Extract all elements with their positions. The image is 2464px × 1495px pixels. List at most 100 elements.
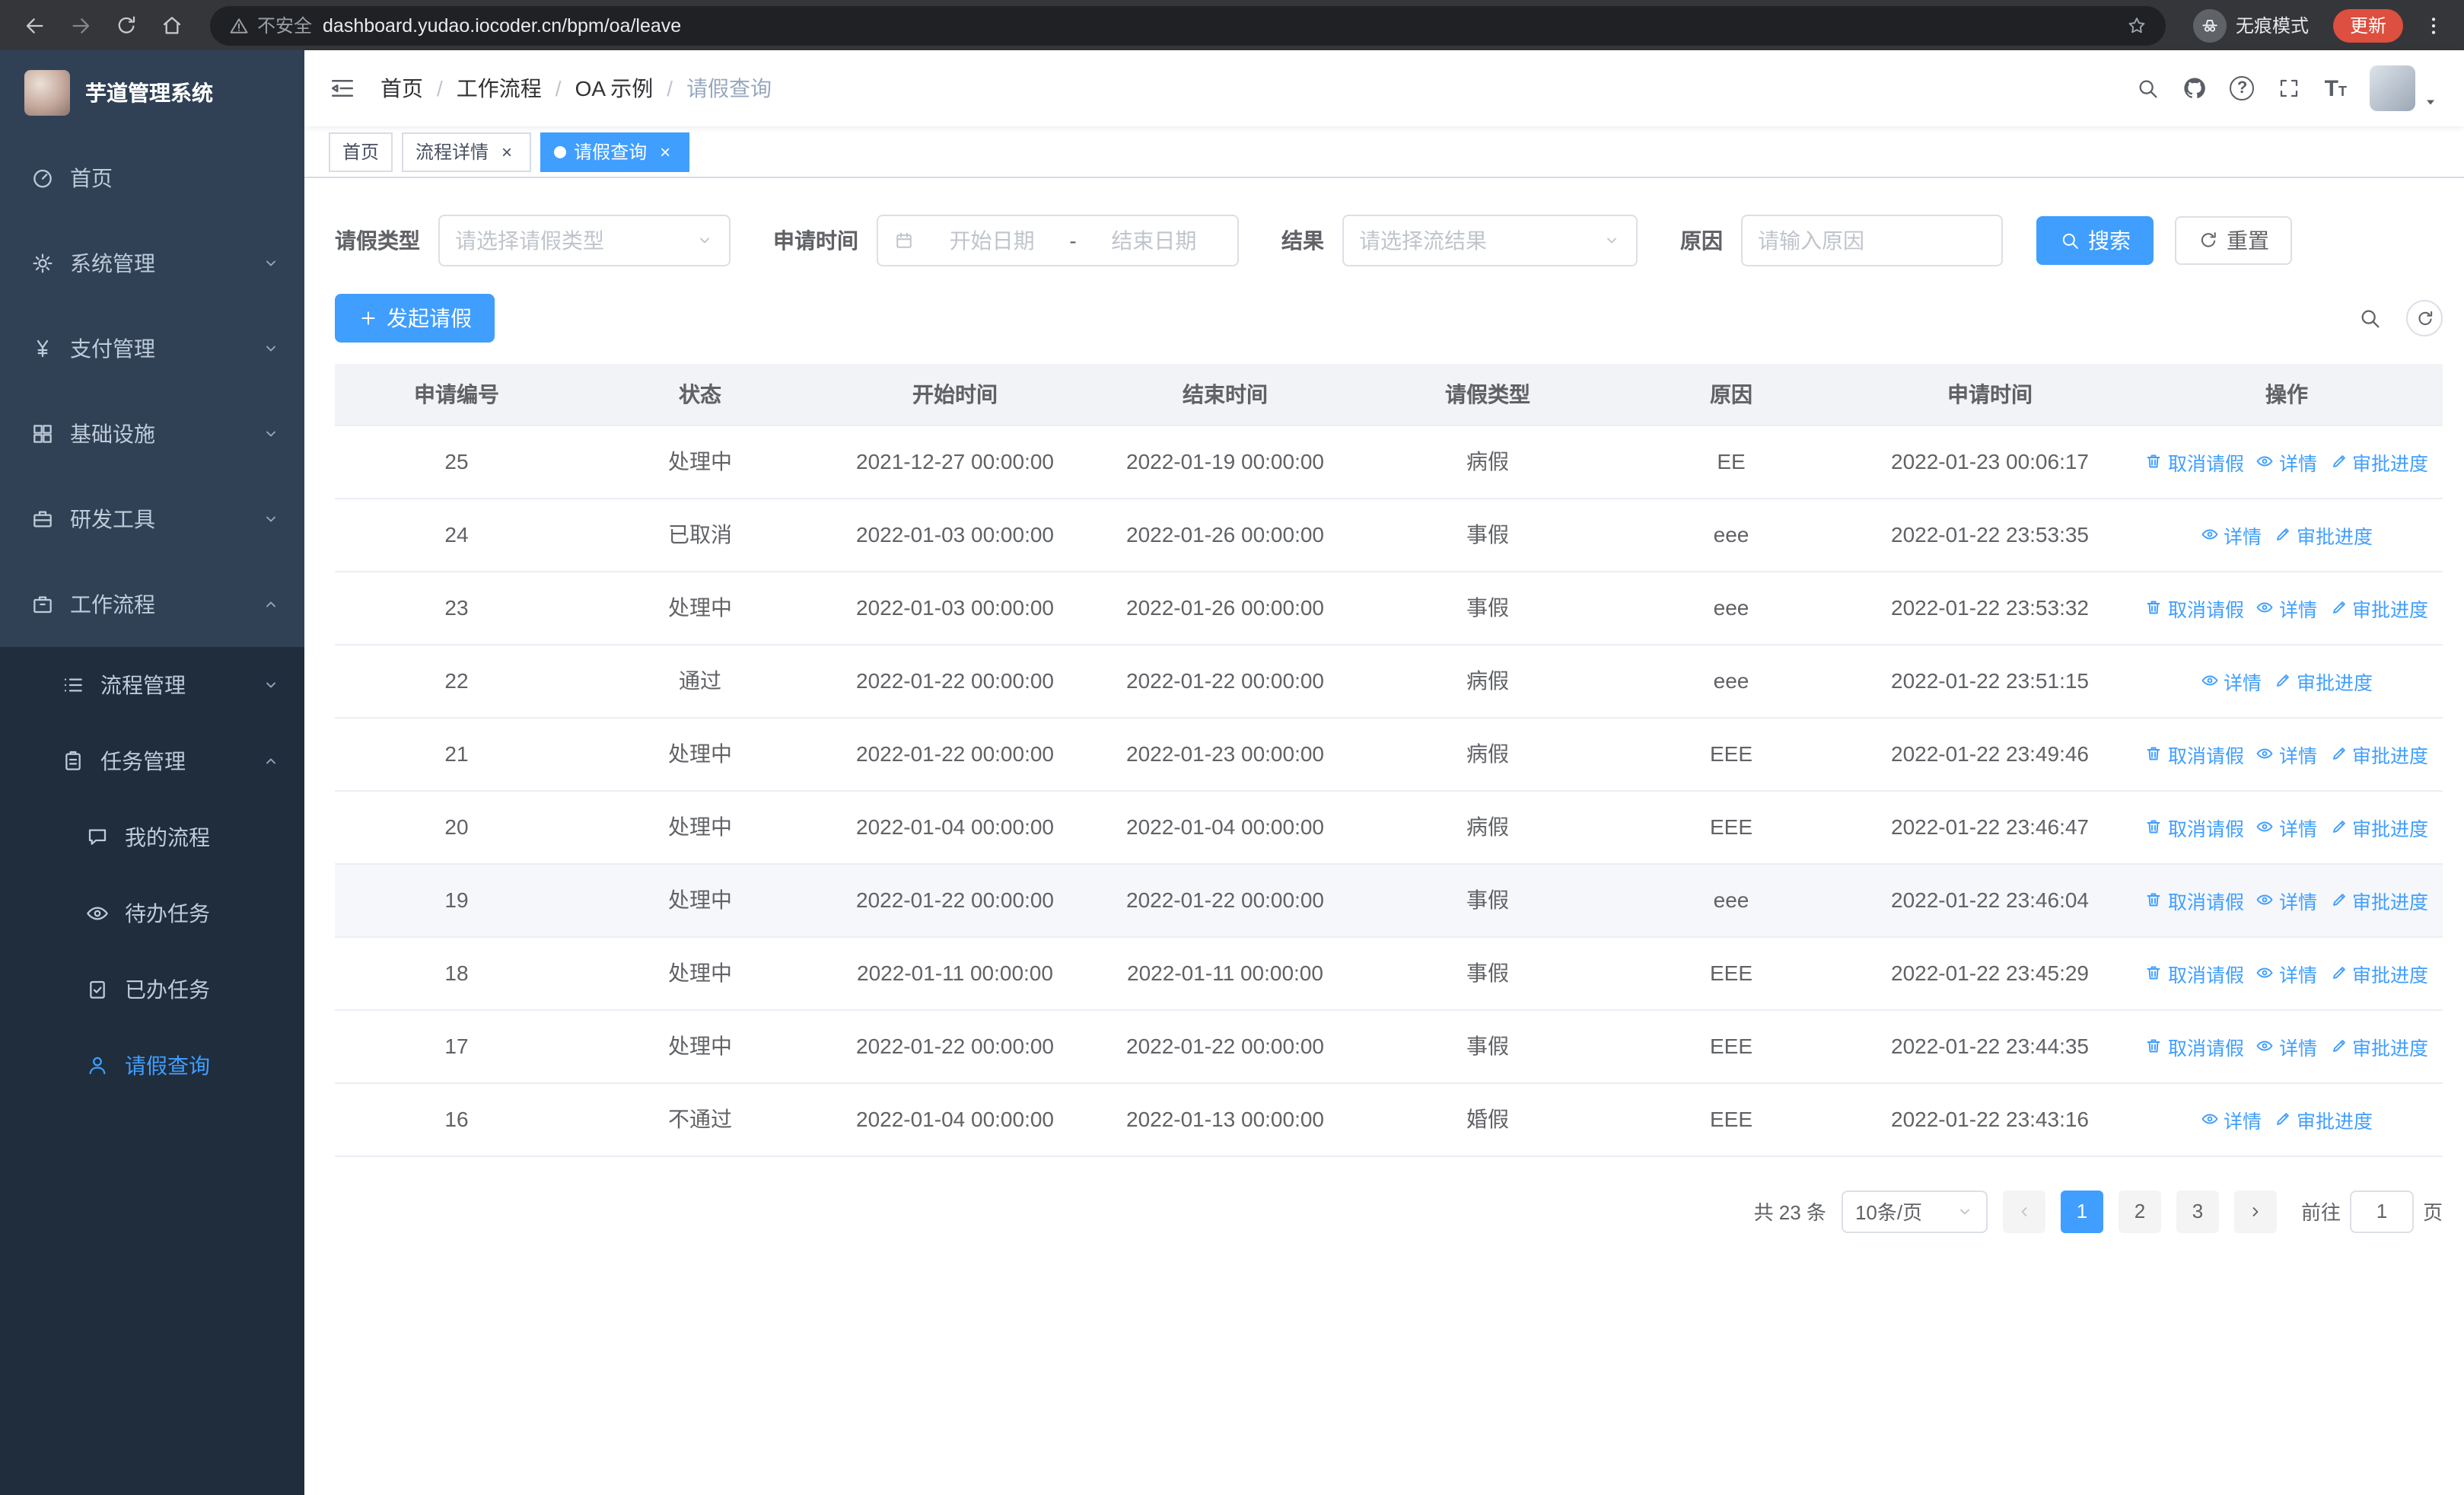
sidebar-item-my-process[interactable]: 我的流程 — [0, 799, 304, 875]
end-date-placeholder[interactable]: 结束日期 — [1086, 225, 1222, 256]
sidebar-item-system[interactable]: 系统管理 — [0, 221, 304, 306]
sidebar-item-task-mgmt[interactable]: 任务管理 — [0, 723, 304, 799]
sidebar-item-todo-tasks[interactable]: 待办任务 — [0, 875, 304, 952]
table-row[interactable]: 20 处理中 2022-01-04 00:00:00 2022-01-04 00:00… — [335, 790, 2443, 864]
detail-link[interactable]: 详情 — [2256, 739, 2317, 768]
cancel-leave-link[interactable]: 取消请假 — [2145, 447, 2244, 476]
prev-page-button[interactable] — [2002, 1190, 2045, 1232]
refresh-table-button[interactable] — [2406, 300, 2443, 336]
sidebar-toggle[interactable] — [329, 75, 356, 102]
approval-progress-link[interactable]: 审批进度 — [2274, 520, 2373, 549]
approval-progress-link[interactable]: 审批进度 — [2329, 958, 2428, 987]
cancel-leave-link[interactable]: 取消请假 — [2145, 739, 2244, 768]
tab-leave-query[interactable]: 请假查询 × — [540, 132, 690, 171]
approval-progress-link[interactable]: 审批进度 — [2329, 739, 2428, 768]
cell-reason: eee — [1613, 863, 1849, 937]
fullscreen-icon[interactable] — [2278, 76, 2302, 100]
browser-forward-button[interactable] — [61, 5, 100, 45]
start-date-placeholder[interactable]: 开始日期 — [924, 225, 1060, 256]
leave-type-select[interactable]: 请选择请假类型 — [438, 215, 731, 266]
cancel-leave-link[interactable]: 取消请假 — [2145, 1031, 2244, 1060]
breadcrumb-oa-example[interactable]: OA 示例 — [575, 73, 654, 104]
approval-progress-link[interactable]: 审批进度 — [2274, 666, 2373, 695]
approval-progress-link[interactable]: 审批进度 — [2274, 1105, 2373, 1133]
cancel-leave-link[interactable]: 取消请假 — [2145, 593, 2244, 622]
security-indicator[interactable]: 不安全 — [228, 12, 312, 38]
detail-link-icon — [2256, 891, 2275, 909]
sidebar-item-payment[interactable]: 支付管理 — [0, 306, 304, 391]
breadcrumb-workflow[interactable]: 工作流程 — [457, 73, 542, 104]
detail-link[interactable]: 详情 — [2256, 812, 2317, 841]
cancel-leave-link[interactable]: 取消请假 — [2145, 812, 2244, 841]
browser-back-button[interactable] — [15, 5, 55, 45]
sidebar-item-done-tasks[interactable]: 已办任务 — [0, 952, 304, 1028]
table-row[interactable]: 16 不通过 2022-01-04 00:00:00 2022-01-13 00:00… — [335, 1082, 2443, 1156]
approval-progress-link[interactable]: 审批进度 — [2329, 885, 2428, 914]
tab-process-detail[interactable]: 流程详情 × — [402, 132, 532, 171]
sidebar-item-home[interactable]: 首页 — [0, 135, 304, 221]
page-button-1[interactable]: 1 — [2060, 1190, 2103, 1232]
cancel-leave-link[interactable]: 取消请假 — [2145, 958, 2244, 987]
goto-page-input[interactable] — [2349, 1190, 2414, 1232]
cell-end: 2022-01-22 00:00:00 — [1088, 644, 1362, 718]
detail-link[interactable]: 详情 — [2201, 520, 2262, 549]
approval-progress-link[interactable]: 审批进度 — [2329, 593, 2428, 622]
sidebar-item-leave-query[interactable]: 请假查询 — [0, 1028, 304, 1104]
cell-reason: EEE — [1613, 1009, 1849, 1083]
table-row[interactable]: 25 处理中 2021-12-27 00:00:00 2022-01-19 00:00… — [335, 425, 2443, 499]
browser-reload-button[interactable] — [107, 5, 146, 45]
search-button[interactable]: 搜索 — [2036, 216, 2154, 265]
user-menu[interactable] — [2370, 65, 2440, 111]
next-page-button[interactable] — [2233, 1190, 2277, 1232]
sidebar-item-workflow[interactable]: 工作流程 — [0, 562, 304, 647]
table-row[interactable]: 19 处理中 2022-01-22 00:00:00 2022-01-22 00:00… — [335, 863, 2443, 937]
table-row[interactable]: 23 处理中 2022-01-03 00:00:00 2022-01-26 00:00… — [335, 571, 2443, 645]
cell-start: 2022-01-03 00:00:00 — [822, 498, 1088, 572]
close-tab-icon[interactable]: × — [496, 141, 517, 162]
breadcrumb-home[interactable]: 首页 — [380, 73, 423, 104]
toggle-search-icon[interactable] — [2357, 306, 2382, 330]
help-icon[interactable]: ? — [2230, 76, 2255, 100]
table-row[interactable]: 24 已取消 2022-01-03 00:00:00 2022-01-26 00:00… — [335, 498, 2443, 572]
browser-home-button[interactable] — [152, 5, 192, 45]
page-size-select[interactable]: 10条/页 — [1841, 1190, 1988, 1232]
cell-no: 19 — [335, 863, 578, 937]
sidebar-item-process-mgmt[interactable]: 流程管理 — [0, 647, 304, 723]
create-leave-button[interactable]: 发起请假 — [335, 294, 495, 343]
table-row[interactable]: 22 通过 2022-01-22 00:00:00 2022-01-22 00:00:… — [335, 644, 2443, 718]
result-select[interactable]: 请选择流结果 — [1342, 215, 1638, 266]
table-row[interactable]: 21 处理中 2022-01-22 00:00:00 2022-01-23 00:00… — [335, 717, 2443, 791]
approval-progress-link[interactable]: 审批进度 — [2329, 447, 2428, 476]
approval-progress-link[interactable]: 审批进度 — [2329, 1031, 2428, 1060]
apply-time-range-picker[interactable]: 开始日期 - 结束日期 — [877, 215, 1239, 266]
detail-link[interactable]: 详情 — [2201, 666, 2262, 695]
browser-menu-icon[interactable] — [2418, 13, 2449, 37]
detail-link[interactable]: 详情 — [2256, 958, 2317, 987]
bookmark-star-icon[interactable] — [2126, 14, 2147, 36]
approval-progress-link[interactable]: 审批进度 — [2329, 812, 2428, 841]
cell-status: 处理中 — [578, 1009, 822, 1083]
app-logo[interactable]: 芋道管理系统 — [0, 50, 304, 135]
url-text[interactable]: dashboard.yudao.iocoder.cn/bpm/oa/leave — [323, 14, 2115, 36]
address-bar[interactable]: 不安全 dashboard.yudao.iocoder.cn/bpm/oa/le… — [210, 5, 2166, 45]
close-tab-icon[interactable]: × — [654, 141, 676, 162]
sidebar-item-infra[interactable]: 基础设施 — [0, 391, 304, 477]
github-icon[interactable] — [2183, 76, 2208, 100]
table-row[interactable]: 17 处理中 2022-01-22 00:00:00 2022-01-22 00:00… — [335, 1009, 2443, 1083]
reason-input[interactable] — [1741, 215, 2003, 266]
page-button-3[interactable]: 3 — [2176, 1190, 2219, 1232]
reset-button[interactable]: 重置 — [2175, 216, 2292, 265]
header-search-icon[interactable] — [2136, 76, 2160, 100]
detail-link[interactable]: 详情 — [2256, 593, 2317, 622]
browser-update-button[interactable]: 更新 — [2332, 8, 2403, 42]
detail-link[interactable]: 详情 — [2256, 447, 2317, 476]
detail-link[interactable]: 详情 — [2201, 1105, 2262, 1133]
table-row[interactable]: 18 处理中 2022-01-11 00:00:00 2022-01-11 00:00… — [335, 936, 2443, 1010]
page-button-2[interactable]: 2 — [2118, 1190, 2161, 1232]
detail-link[interactable]: 详情 — [2256, 885, 2317, 914]
font-size-icon[interactable]: TT — [2325, 77, 2347, 100]
tab-home[interactable]: 首页 — [329, 132, 393, 171]
sidebar-item-devtools[interactable]: 研发工具 — [0, 477, 304, 562]
detail-link[interactable]: 详情 — [2256, 1031, 2317, 1060]
cancel-leave-link[interactable]: 取消请假 — [2145, 885, 2244, 914]
